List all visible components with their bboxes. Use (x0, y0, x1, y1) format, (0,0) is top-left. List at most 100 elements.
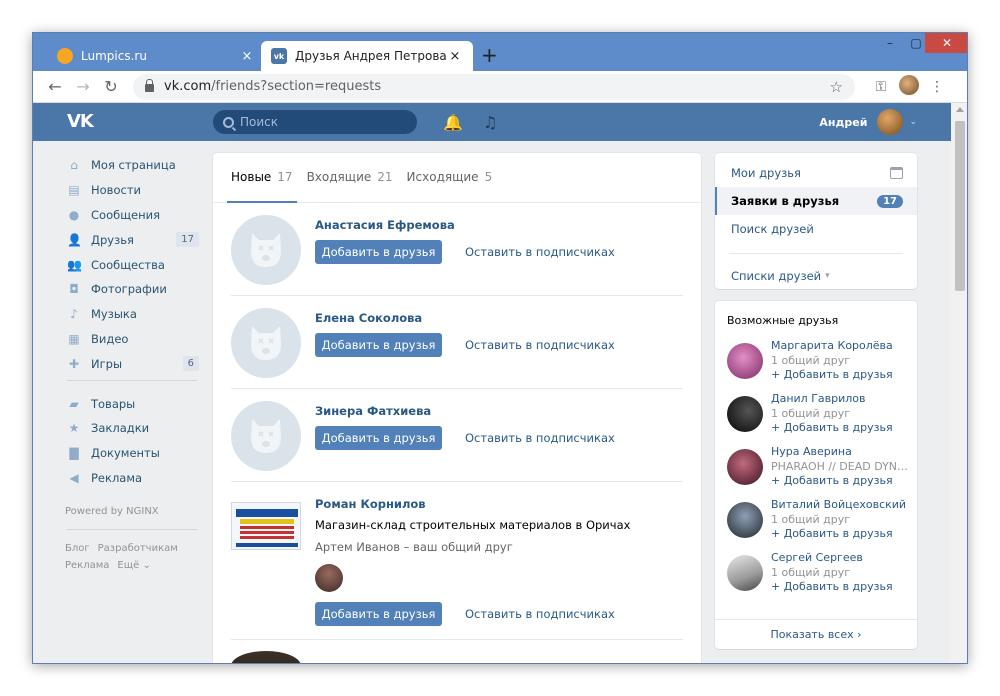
possible-friend-name[interactable]: Сергей Сергеев (771, 551, 863, 564)
avatar[interactable] (727, 502, 763, 538)
add-friend-link[interactable]: + Добавить в друзья (771, 474, 893, 487)
tab-close-icon[interactable]: × (447, 49, 463, 64)
possible-friend-name[interactable]: Данил Гаврилов (771, 392, 866, 405)
scroll-up-icon[interactable] (956, 107, 964, 112)
minimize-button[interactable]: – (877, 33, 903, 53)
add-friend-link[interactable]: + Добавить в друзья (771, 368, 893, 381)
sidebar-item-groups[interactable]: 👥 Сообщества (65, 252, 205, 277)
menu-find-friends[interactable]: Поиск друзей (715, 215, 917, 243)
url-path: /friends?section=requests (211, 79, 382, 94)
new-tab-button[interactable]: + (481, 45, 498, 65)
sidebar-item-label: Новости (91, 183, 141, 198)
menu-friend-requests[interactable]: Заявки в друзья 17 (715, 187, 917, 215)
url-text[interactable]: vk.com/friends?section=requests (164, 79, 830, 94)
keep-as-follower-button[interactable]: Оставить в подписчиках (465, 426, 615, 450)
store-logo-image[interactable] (231, 502, 301, 550)
add-friend-link[interactable]: + Добавить в друзья (771, 527, 893, 540)
possible-friend-mutual: 1 общий друг (771, 566, 851, 579)
requester-name[interactable]: Анастасия Ефремова (315, 218, 455, 232)
footer-link-more[interactable]: Ещё ⌄ (117, 560, 150, 571)
sidebar-item-market[interactable]: ▰ Товары (65, 391, 205, 416)
list-item: Нура Аверина PHARAOH // DEAD DYNA... + Д… (727, 445, 911, 493)
footer-link-ads[interactable]: Реклама (65, 560, 109, 571)
sidebar-item-documents[interactable]: ▇ Документы (65, 441, 205, 466)
search-placeholder: Поиск (240, 115, 279, 129)
address-bar[interactable]: vk.com/friends?section=requests ☆ (133, 73, 855, 100)
search-input[interactable]: Поиск (213, 110, 417, 134)
menu-my-friends[interactable]: Мои друзья (715, 159, 917, 187)
mutual-friend-avatar[interactable] (315, 564, 343, 592)
keep-as-follower-button[interactable]: Оставить в подписчиках (465, 333, 615, 357)
requester-name[interactable]: Елена Соколова (315, 311, 422, 325)
footer-link-blog[interactable]: Блог (65, 543, 90, 554)
sidebar-item-ads[interactable]: ◀ Реклама (65, 466, 205, 491)
requester-info: Магазин-склад строительных материалов в … (315, 518, 631, 532)
tab-outgoing[interactable]: Исходящие 5 (407, 152, 493, 202)
possible-friends-card: Возможные друзья Маргарита Королёва 1 об… (715, 301, 917, 649)
user-name: Андрей (819, 115, 868, 129)
mutual-friend-text[interactable]: Артем Иванов – ваш общий друг (315, 540, 513, 554)
avatar[interactable] (231, 308, 301, 378)
sidebar-item-photos[interactable]: ◘ Фотографии (65, 277, 205, 302)
tab-close-icon[interactable]: × (239, 49, 255, 64)
sidebar-item-news[interactable]: ▤ Новости (65, 178, 205, 203)
footer-link-developers[interactable]: Разработчикам (98, 543, 178, 554)
tab-vk-friends[interactable]: vk Друзья Андрея Петрова – 17 з × (261, 41, 473, 71)
scrollbar[interactable] (951, 103, 967, 663)
add-friend-button[interactable]: Добавить в друзья (315, 333, 442, 357)
sidebar-item-music[interactable]: ♪ Музыка (65, 302, 205, 327)
tab-count: 21 (377, 170, 393, 184)
calendar-icon[interactable] (890, 167, 903, 179)
reload-button[interactable]: ↻ (97, 77, 125, 96)
sidebar-item-my-page[interactable]: ⌂ Моя страница (65, 153, 205, 178)
tab-title: Друзья Андрея Петрова – 17 з (295, 49, 447, 63)
avatar[interactable] (231, 401, 301, 471)
menu-friend-lists[interactable]: Списки друзей ▾ (715, 262, 917, 290)
sidebar-item-label: Видео (91, 331, 129, 346)
key-icon[interactable]: ⚿ (867, 79, 895, 95)
sidebar-item-video[interactable]: ▦ Видео (65, 327, 205, 352)
sidebar-item-games[interactable]: ✚ Игры 6 (65, 351, 205, 376)
requester-name[interactable]: Роман Корнилов (315, 497, 426, 511)
sidebar-item-friends[interactable]: 👤 Друзья 17 (65, 227, 205, 252)
requester-name[interactable]: Зинера Фатхиева (315, 404, 431, 418)
add-friend-link[interactable]: + Добавить в друзья (771, 580, 893, 593)
possible-friends-title: Возможные друзья (727, 314, 839, 327)
show-all-button[interactable]: Показать всех › (715, 619, 917, 649)
close-window-button[interactable]: ✕ (925, 33, 967, 53)
add-friend-button[interactable]: Добавить в друзья (315, 240, 442, 264)
games-count-badge: 6 (182, 356, 199, 372)
forward-button[interactable]: → (69, 77, 97, 96)
tab-count: 5 (484, 170, 493, 184)
tab-new[interactable]: Новые 17 (227, 152, 297, 203)
add-friend-button[interactable]: Добавить в друзья (315, 602, 442, 626)
possible-friend-name[interactable]: Нура Аверина (771, 445, 852, 458)
tab-lumpics[interactable]: Lumpics.ru × (47, 41, 265, 71)
sidebar-item-label: Сообщества (91, 257, 165, 272)
avatar[interactable] (727, 396, 763, 432)
avatar[interactable] (727, 449, 763, 485)
vk-favicon-icon: vk (271, 48, 287, 64)
bookmark-star-icon[interactable]: ☆ (830, 78, 843, 96)
add-friend-link[interactable]: + Добавить в друзья (771, 421, 893, 434)
profile-avatar[interactable] (895, 74, 923, 99)
avatar[interactable] (231, 651, 301, 663)
user-menu[interactable]: Андрей ⌄ (819, 109, 917, 135)
sidebar-item-messages[interactable]: ● Сообщения (65, 203, 205, 228)
back-button[interactable]: ← (41, 77, 69, 96)
avatar[interactable] (727, 555, 763, 591)
keep-as-follower-button[interactable]: Оставить в подписчиках (465, 240, 615, 264)
music-note-icon[interactable]: ♫ (483, 113, 497, 132)
notifications-bell-icon[interactable]: 🔔 (443, 113, 463, 132)
add-friend-button[interactable]: Добавить в друзья (315, 426, 442, 450)
possible-friend-name[interactable]: Маргарита Королёва (771, 339, 893, 352)
sidebar-item-bookmarks[interactable]: ★ Закладки (65, 416, 205, 441)
scrollbar-thumb[interactable] (955, 121, 965, 291)
avatar[interactable] (727, 343, 763, 379)
menu-icon[interactable]: ⋮ (923, 79, 951, 95)
tab-incoming[interactable]: Входящие 21 (307, 152, 393, 202)
keep-as-follower-button[interactable]: Оставить в подписчиках (465, 602, 615, 626)
vk-logo[interactable]: VK (67, 111, 105, 133)
avatar[interactable] (231, 215, 301, 285)
possible-friend-name[interactable]: Виталий Войцеховский (771, 498, 906, 511)
